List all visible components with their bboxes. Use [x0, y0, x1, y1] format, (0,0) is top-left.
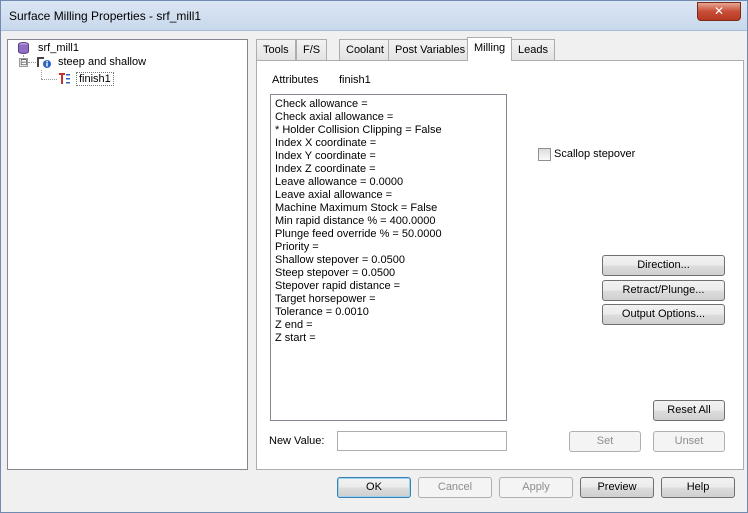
- list-item[interactable]: Steep stepover = 0.0500: [275, 267, 395, 280]
- list-item[interactable]: Check axial allowance =: [275, 111, 393, 124]
- tab-post-variables[interactable]: Post Variables: [388, 39, 473, 60]
- list-item[interactable]: * Holder Collision Clipping = False: [275, 124, 442, 137]
- checkbox-box[interactable]: [538, 148, 551, 161]
- list-item[interactable]: Min rapid distance % = 400.0000: [275, 215, 436, 228]
- operation-tree[interactable]: srf_mill1 ⊟ steep and shallow finish1: [7, 39, 248, 470]
- dialog-window: Surface Milling Properties - srf_mill1 ✕…: [0, 0, 748, 513]
- milling-panel: Attributes finish1 Check allowance = Chec…: [256, 60, 744, 470]
- tree-item-child[interactable]: steep and shallow: [58, 56, 146, 68]
- attribute-list[interactable]: Check allowance = Check axial allowance =…: [270, 94, 507, 421]
- dialog-client: srf_mill1 ⊟ steep and shallow finish1 To…: [2, 31, 746, 512]
- set-button[interactable]: Set: [569, 431, 641, 452]
- collapse-toggle[interactable]: ⊟: [19, 58, 28, 67]
- new-value-input[interactable]: [337, 431, 507, 451]
- tree-line: [41, 79, 57, 80]
- list-item[interactable]: Index Z coordinate =: [275, 163, 376, 176]
- ok-button[interactable]: OK: [337, 477, 411, 498]
- window-title: Surface Milling Properties - srf_mill1: [9, 9, 202, 23]
- title-bar[interactable]: Surface Milling Properties - srf_mill1 ✕: [1, 1, 747, 31]
- cancel-button[interactable]: Cancel: [418, 477, 492, 498]
- tool-path-icon: [58, 72, 72, 89]
- list-item[interactable]: Tolerance = 0.0010: [275, 306, 369, 319]
- tab-tools[interactable]: Tools: [256, 39, 296, 60]
- list-item[interactable]: Check allowance =: [275, 98, 368, 111]
- tab-coolant[interactable]: Coolant: [339, 39, 391, 60]
- preview-button[interactable]: Preview: [580, 477, 654, 498]
- tree-item-root[interactable]: srf_mill1: [38, 42, 79, 54]
- retract-plunge-button[interactable]: Retract/Plunge...: [602, 280, 725, 301]
- list-item[interactable]: Leave axial allowance =: [275, 189, 392, 202]
- direction-button[interactable]: Direction...: [602, 255, 725, 276]
- unset-button[interactable]: Unset: [653, 431, 725, 452]
- list-item[interactable]: Z end =: [275, 319, 313, 332]
- tab-leads[interactable]: Leads: [511, 39, 555, 60]
- apply-button[interactable]: Apply: [499, 477, 573, 498]
- tab-milling[interactable]: Milling: [467, 37, 513, 61]
- close-icon[interactable]: ✕: [697, 2, 741, 21]
- list-item[interactable]: Leave allowance = 0.0000: [275, 176, 403, 189]
- output-options-button[interactable]: Output Options...: [602, 304, 725, 325]
- list-item[interactable]: Target horsepower =: [275, 293, 376, 306]
- tab-fs[interactable]: F/S: [296, 39, 328, 60]
- scallop-stepover-label: Scallop stepover: [554, 148, 636, 160]
- tree-line: [28, 62, 36, 63]
- list-item[interactable]: Index Y coordinate =: [275, 150, 376, 163]
- list-item[interactable]: Machine Maximum Stock = False: [275, 202, 437, 215]
- help-button[interactable]: Help: [661, 477, 735, 498]
- list-item[interactable]: Shallow stepover = 0.0500: [275, 254, 405, 267]
- list-item[interactable]: Plunge feed override % = 50.0000: [275, 228, 442, 241]
- attributes-value: finish1: [339, 74, 371, 86]
- reset-all-button[interactable]: Reset All: [653, 400, 725, 421]
- operation-info-icon: [36, 56, 52, 72]
- list-item[interactable]: Index X coordinate =: [275, 137, 376, 150]
- tree-item-grandchild[interactable]: finish1: [76, 72, 114, 86]
- list-item[interactable]: Stepover rapid distance =: [275, 280, 400, 293]
- list-item[interactable]: Priority =: [275, 241, 319, 254]
- list-item[interactable]: Z start =: [275, 332, 316, 345]
- attributes-label: Attributes: [272, 74, 319, 86]
- new-value-label: New Value:: [269, 435, 325, 447]
